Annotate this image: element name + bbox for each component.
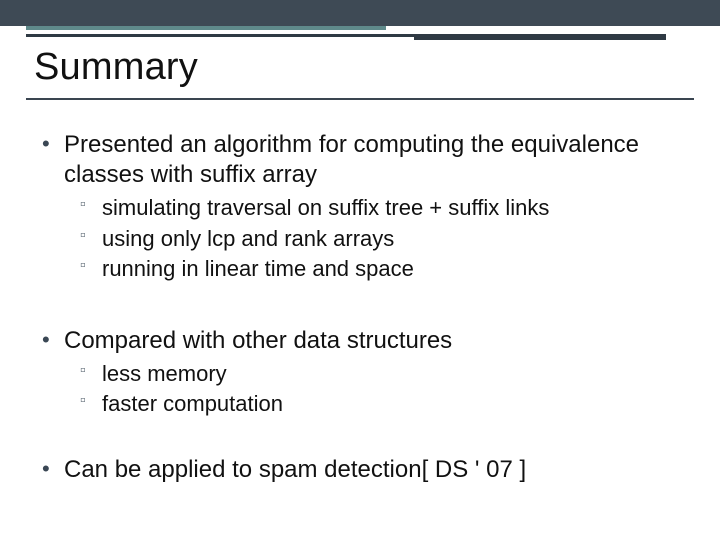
list-item: Presented an algorithm for computing the… xyxy=(34,130,690,284)
slide: Summary Presented an algorithm for compu… xyxy=(0,0,720,540)
slide-title: Summary xyxy=(34,46,198,89)
top-bar xyxy=(0,0,720,26)
list-item-text: Can be applied to spam detection[ DS ' 0… xyxy=(64,456,526,483)
sub-list-item: using only lcp and rank arrays xyxy=(80,225,690,254)
sub-list: less memory faster computation xyxy=(64,360,690,419)
sub-list-item-text: less memory xyxy=(102,361,227,386)
sub-list-item: simulating traversal on suffix tree + su… xyxy=(80,194,690,223)
sub-list-item-text: using only lcp and rank arrays xyxy=(102,226,394,251)
sub-list-item-text: simulating traversal on suffix tree + su… xyxy=(102,195,549,220)
sub-list-item: less memory xyxy=(80,360,690,389)
sub-list-item-text: running in linear time and space xyxy=(102,256,414,281)
list-item: Compared with other data structures less… xyxy=(34,326,690,419)
list-item-text: Compared with other data structures xyxy=(64,327,452,354)
sub-list-item: faster computation xyxy=(80,390,690,419)
sub-list-item-text: faster computation xyxy=(102,391,283,416)
title-underline xyxy=(26,98,694,100)
list-item-text: Presented an algorithm for computing the… xyxy=(64,131,639,188)
accent-rule-teal xyxy=(26,26,386,30)
list-item: Can be applied to spam detection[ DS ' 0… xyxy=(34,455,690,485)
accent-rule-dark-thick xyxy=(414,34,666,40)
slide-content: Presented an algorithm for computing the… xyxy=(34,120,690,485)
sub-list-item: running in linear time and space xyxy=(80,255,690,284)
bullet-list: Presented an algorithm for computing the… xyxy=(34,130,690,485)
sub-list: simulating traversal on suffix tree + su… xyxy=(64,194,690,284)
